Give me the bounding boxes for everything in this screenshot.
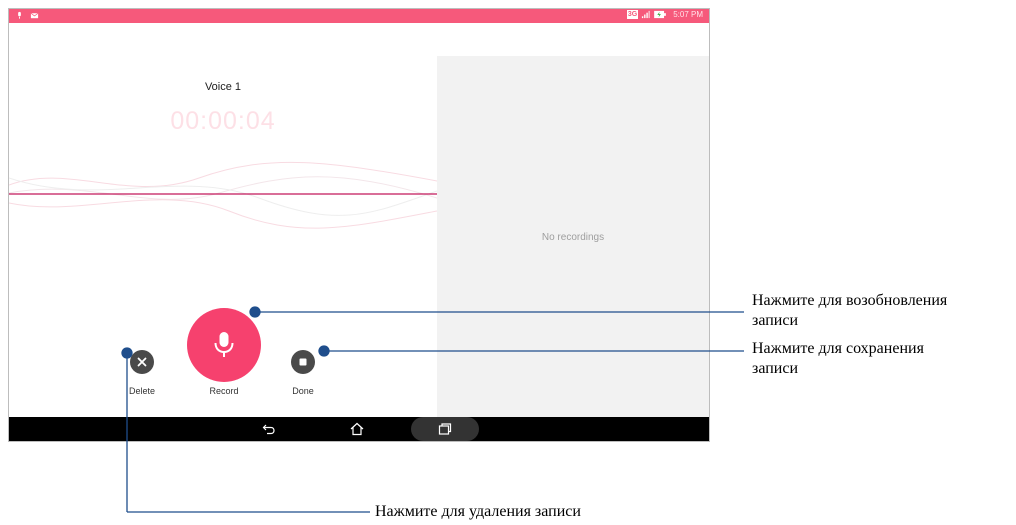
status-time: 5:07 PM [673, 10, 703, 19]
back-icon[interactable] [261, 421, 277, 437]
record-button[interactable] [187, 308, 261, 382]
resume-callout-line2: записи [752, 312, 798, 329]
battery-charging-icon [654, 10, 667, 19]
save-callout: Нажмите для сохранения записи [752, 339, 924, 379]
save-callout-line1: Нажмите для сохранения [752, 340, 924, 357]
resume-callout-line1: Нажмите для возобновления [752, 292, 948, 309]
recording-timer: 00:00:04 [170, 107, 276, 135]
microphone-icon [214, 332, 234, 357]
mail-icon [30, 12, 39, 19]
empty-recordings-text: No recordings [541, 232, 605, 243]
done-label: Done [292, 386, 314, 396]
save-callout-line2: записи [752, 360, 798, 377]
resume-callout: Нажмите для возобновления записи [752, 291, 947, 331]
waveform [9, 161, 437, 229]
done-button[interactable] [291, 350, 315, 374]
home-icon[interactable] [349, 421, 365, 437]
close-icon [137, 357, 147, 367]
stop-icon [299, 358, 307, 366]
delete-button[interactable] [130, 350, 154, 374]
signal-icon [642, 10, 650, 19]
recent-apps-icon[interactable] [437, 421, 453, 437]
recorder-pane: Voice 1 00:00:04 Delete Record Done [9, 23, 437, 417]
tablet-screen: 3G 5:07 PM Voice 1 00:00:04 Delete Recor… [8, 8, 710, 442]
delete-callout: Нажмите для удаления записи [375, 503, 581, 520]
mic-icon [18, 11, 21, 19]
recordings-list: No recordings [437, 56, 709, 417]
delete-label: Delete [128, 386, 155, 396]
recording-title: Voice 1 [204, 81, 242, 93]
status-bar: 3G 5:07 PM [9, 9, 709, 23]
network-badge: 3G [626, 10, 639, 19]
navigation-bar [9, 417, 709, 441]
record-label: Record [209, 386, 239, 396]
